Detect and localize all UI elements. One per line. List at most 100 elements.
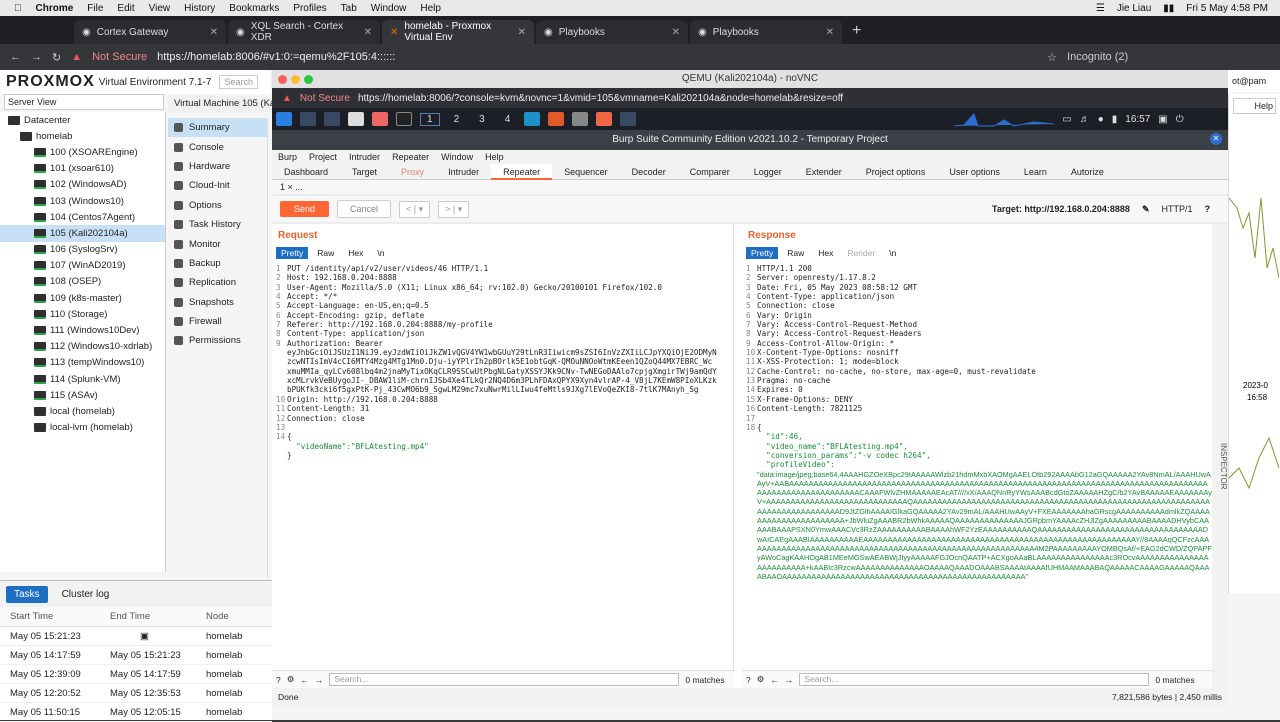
edit-pencil-icon[interactable]: ✎ bbox=[1142, 204, 1150, 215]
files-icon[interactable] bbox=[324, 112, 340, 126]
table-row[interactable]: May 05 15:21:23 ▣ homelab bbox=[0, 627, 272, 646]
tree-item[interactable]: 114 (Splunk-VM) bbox=[0, 371, 165, 387]
workspace-4[interactable]: 4 bbox=[499, 114, 517, 125]
vm-menu-summary[interactable]: Summary bbox=[168, 118, 267, 138]
task-icon[interactable] bbox=[596, 112, 613, 126]
burp-menu-window[interactable]: Window bbox=[441, 152, 473, 162]
close-icon[interactable]: ✕ bbox=[210, 27, 218, 38]
burp-tab-logger[interactable]: Logger bbox=[742, 164, 794, 180]
apple-icon[interactable]:  bbox=[14, 3, 22, 14]
tab-cortex-gateway[interactable]: ◉ Cortex Gateway ✕ bbox=[74, 20, 226, 44]
workspace-2[interactable]: 2 bbox=[448, 114, 466, 125]
lock-icon[interactable]: ▣ bbox=[1158, 114, 1167, 125]
pve-search[interactable]: Search bbox=[219, 75, 258, 89]
screen-icon[interactable]: ▭ bbox=[1062, 114, 1071, 125]
task-icon[interactable] bbox=[620, 112, 637, 126]
tree-item[interactable]: 107 (WinAD2019) bbox=[0, 258, 165, 274]
vm-menu-permissions[interactable]: Permissions bbox=[168, 331, 267, 350]
tree-item[interactable]: 111 (Windows10Dev) bbox=[0, 322, 165, 338]
editor-icon[interactable] bbox=[348, 112, 364, 126]
burp-tab-comparer[interactable]: Comparer bbox=[678, 164, 742, 180]
firefox-icon[interactable] bbox=[372, 112, 388, 126]
tree-item[interactable]: 102 (WindowsAD) bbox=[0, 177, 165, 193]
col-node[interactable]: Node bbox=[200, 611, 272, 622]
burp-icon[interactable] bbox=[524, 112, 541, 126]
tree-item[interactable]: 104 (Centos7Agent) bbox=[0, 209, 165, 225]
help-icon[interactable]: ? bbox=[1205, 204, 1211, 215]
tab-raw[interactable]: Raw bbox=[782, 247, 809, 259]
warning-icon[interactable]: ▲ bbox=[282, 93, 292, 104]
task-icon[interactable] bbox=[572, 112, 589, 126]
bell-icon[interactable]: ● bbox=[1098, 114, 1104, 125]
menu-file[interactable]: File bbox=[87, 3, 103, 14]
tree-item[interactable]: 112 (Windows10-xdrlab) bbox=[0, 339, 165, 355]
new-tab-plus-icon[interactable]: + bbox=[844, 22, 869, 44]
burp-tab-decoder[interactable]: Decoder bbox=[620, 164, 678, 180]
tree-item[interactable]: homelab bbox=[0, 128, 165, 144]
tab-newline[interactable]: \n bbox=[884, 247, 901, 259]
tab-raw[interactable]: Raw bbox=[312, 247, 339, 259]
next-arrow-icon[interactable]: → bbox=[785, 675, 794, 685]
close-icon[interactable]: ✕ bbox=[518, 27, 526, 38]
tab-tasks[interactable]: Tasks bbox=[6, 585, 48, 603]
menu-edit[interactable]: Edit bbox=[117, 3, 134, 14]
burp-tab-intruder[interactable]: Intruder bbox=[436, 164, 491, 180]
next-arrow-icon[interactable]: → bbox=[315, 675, 324, 685]
request-editor[interactable]: 1 PUT /identity/api/v2/user/videos/46 HTT… bbox=[272, 264, 733, 460]
burp-tab-user-options[interactable]: User options bbox=[937, 164, 1012, 180]
battery-icon[interactable]: ▮▮ bbox=[1163, 3, 1174, 14]
close-icon[interactable]: ✕ bbox=[826, 27, 834, 38]
incognito-badge[interactable]: Incognito (2) bbox=[1067, 51, 1128, 63]
tree-item[interactable]: local-lvm (homelab) bbox=[0, 420, 165, 436]
tree-item[interactable]: 106 (SyslogSrv) bbox=[0, 242, 165, 258]
prev-arrow-icon[interactable]: ← bbox=[770, 675, 779, 685]
vm-menu-monitor[interactable]: Monitor bbox=[168, 234, 267, 253]
http-version[interactable]: HTTP/1 bbox=[1161, 204, 1192, 215]
forward-arrow-icon[interactable]: → bbox=[31, 51, 42, 63]
back-arrow-icon[interactable]: ← bbox=[10, 51, 21, 63]
menu-profiles[interactable]: Profiles bbox=[293, 3, 326, 14]
burp-tab-repeater[interactable]: Repeater bbox=[491, 163, 553, 180]
tree-item[interactable]: 100 (XSOAREngine) bbox=[0, 144, 165, 160]
tab-playbooks-2[interactable]: ◉ Playbooks ✕ bbox=[690, 20, 842, 44]
close-icon[interactable]: ✕ bbox=[672, 27, 680, 38]
url-field[interactable]: https://homelab:8006/#v1:0:=qemu%2F105:4… bbox=[157, 51, 1037, 63]
table-row[interactable]: May 05 11:50:15 May 05 12:05:15 homelab bbox=[0, 703, 272, 722]
tab-proxmox[interactable]: ✕ homelab - Proxmox Virtual Env ✕ bbox=[382, 20, 534, 44]
power-icon[interactable]: ⏻ bbox=[1176, 114, 1184, 125]
tab-cluster-log[interactable]: Cluster log bbox=[54, 586, 118, 603]
table-row[interactable]: May 05 12:39:09 May 05 14:17:59 homelab bbox=[0, 665, 272, 684]
security-label[interactable]: Not Secure bbox=[92, 51, 147, 63]
vm-menu-options[interactable]: Options bbox=[168, 196, 267, 215]
tab-render[interactable]: Render bbox=[842, 247, 880, 259]
kali-menu-icon[interactable] bbox=[276, 112, 292, 126]
vm-menu-console[interactable]: Console bbox=[168, 137, 267, 156]
tree-item[interactable]: 105 (Kali202104a) bbox=[0, 225, 165, 242]
maximize-window-icon[interactable] bbox=[304, 75, 313, 84]
burp-task-icon[interactable] bbox=[548, 112, 565, 126]
vm-menu-hardware[interactable]: Hardware bbox=[168, 157, 267, 176]
send-button[interactable]: Send bbox=[280, 201, 330, 217]
tree-item[interactable]: 108 (OSEP) bbox=[0, 274, 165, 290]
menu-history[interactable]: History bbox=[184, 3, 215, 14]
vm-menu-snapshots[interactable]: Snapshots bbox=[168, 293, 267, 312]
user-name[interactable]: Jie Liau bbox=[1117, 3, 1151, 14]
menu-help[interactable]: Help bbox=[420, 3, 441, 14]
table-row[interactable]: May 05 12:20:52 May 05 12:35:53 homelab bbox=[0, 684, 272, 703]
tab-hex[interactable]: Hex bbox=[343, 247, 368, 259]
burp-tab-learn[interactable]: Learn bbox=[1012, 164, 1059, 180]
col-end-time[interactable]: End Time bbox=[100, 611, 200, 622]
warning-icon[interactable]: ▲ bbox=[71, 51, 82, 63]
response-search-input[interactable]: Search... bbox=[799, 673, 1150, 686]
tree-item[interactable]: 109 (k8s-master) bbox=[0, 290, 165, 306]
burp-menu-project[interactable]: Project bbox=[309, 152, 337, 162]
settings-gear-icon[interactable]: ⚙ bbox=[287, 674, 295, 685]
help-icon[interactable]: ? bbox=[746, 675, 751, 685]
burp-menu-repeater[interactable]: Repeater bbox=[392, 152, 429, 162]
vm-menu-cloud-init[interactable]: Cloud-Init bbox=[168, 176, 267, 195]
burp-tab-sequencer[interactable]: Sequencer bbox=[552, 164, 620, 180]
close-window-icon[interactable] bbox=[278, 75, 287, 84]
repeater-subtab[interactable]: 1 × ... bbox=[272, 180, 1228, 194]
prev-arrow-icon[interactable]: ← bbox=[300, 675, 309, 685]
close-icon[interactable]: ✕ bbox=[1210, 133, 1222, 145]
